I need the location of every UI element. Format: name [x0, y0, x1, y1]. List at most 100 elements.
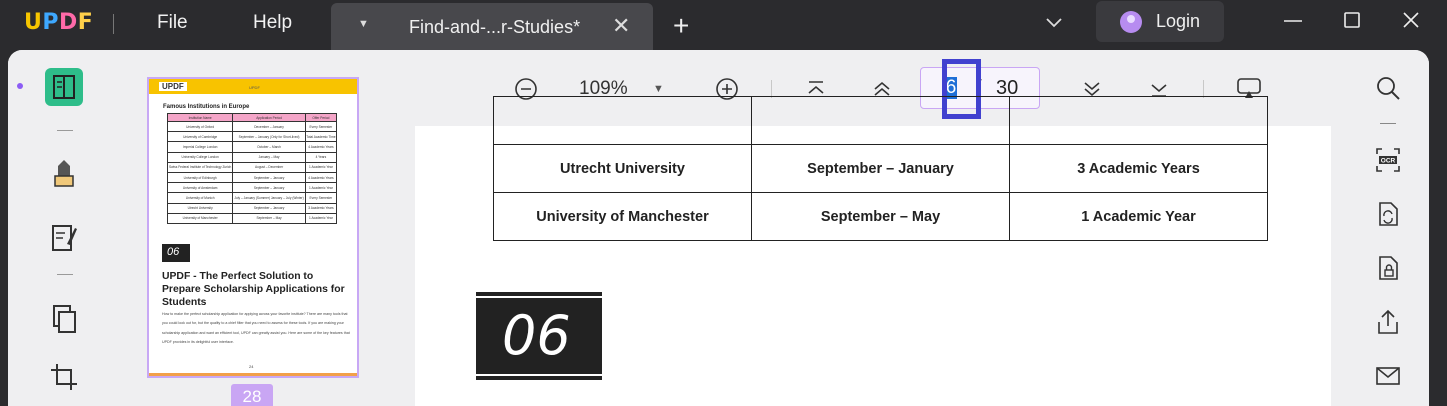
highlighter-icon[interactable]: [45, 154, 83, 192]
thumbnail-table-cell: University College London: [166, 151, 234, 163]
thumbnail-table-cell: September – January: [232, 182, 306, 194]
menu-file[interactable]: File: [157, 12, 188, 34]
login-button[interactable]: Login: [1096, 1, 1224, 42]
reader-icon[interactable]: [45, 68, 83, 106]
maximize-icon[interactable]: [1342, 10, 1362, 30]
thumbnail-table-cell: 3 Academic Years: [304, 202, 338, 214]
table-cell: [751, 96, 1010, 145]
table-cell: 3 Academic Years: [1009, 144, 1268, 193]
thumbnail-table-cell: December – January: [232, 120, 306, 133]
new-tab-icon[interactable]: +: [673, 10, 689, 42]
active-indicator: [17, 83, 23, 89]
document-tab[interactable]: ▼ Find-and-...r-Studies* ✕: [331, 3, 653, 52]
protect-icon[interactable]: [1374, 254, 1402, 282]
left-toolbar: [8, 50, 107, 406]
thumbnail-table-row: University College London January – May 4 …: [166, 151, 338, 163]
email-icon[interactable]: [1374, 362, 1402, 390]
thumbnail-table-cell: 4 Years: [304, 151, 338, 163]
table-cell: [1009, 96, 1268, 145]
table-row: [493, 96, 1268, 145]
thumbnail-table-cell: University of Edinburgh: [166, 171, 234, 184]
thumbnail-table: Institution Name Application Period Offer …: [166, 113, 338, 224]
thumbnail-table-cell: September – January (Only for Short-live…: [232, 131, 306, 143]
updf-logo: UPDF: [24, 10, 94, 35]
thumbnail-table-cell: August – December: [232, 161, 306, 173]
edit-text-icon[interactable]: [45, 218, 83, 256]
rail-divider: [57, 274, 73, 275]
thumbnail-table-cell: University of Oxford: [166, 120, 234, 133]
document-page: Utrecht University September – January 3…: [415, 96, 1331, 406]
thumbnail-table-cell: 4 Academic Years: [304, 141, 338, 153]
organize-pages-icon[interactable]: [45, 300, 83, 338]
thumbnail-table-cell: September – May: [232, 212, 306, 224]
crop-icon[interactable]: [45, 358, 83, 396]
thumbnail-table-cell: University of Manchester: [166, 212, 234, 224]
chapter-number: 06: [502, 304, 571, 367]
menu-help[interactable]: Help: [253, 12, 292, 34]
thumbnail-table-cell: 4 Academic Years: [304, 171, 338, 184]
thumbnail-table-row: Imperial College London October – March 4 …: [166, 141, 338, 153]
right-toolbar: OCR: [1346, 50, 1429, 406]
tab-title: Find-and-...r-Studies*: [409, 17, 581, 37]
thumbnail-table-cell: September – January: [232, 171, 306, 184]
table-cell: 1 Academic Year: [1009, 192, 1268, 241]
thumbnail-table-cell: Utrecht University: [166, 202, 234, 214]
thumbnail-table-cell: Institution Name: [166, 113, 234, 122]
close-window-icon[interactable]: [1401, 10, 1421, 30]
thumbnail-table-row: University of Munich July – January (Summ…: [166, 192, 338, 204]
thumbnail-page-label: 28: [231, 384, 273, 406]
svg-text:OCR: OCR: [1381, 158, 1396, 165]
thumbnail-heading: UPDF - The Perfect Solution to Prepare S…: [162, 271, 345, 308]
thumbnail-table-row: University of Oxford December – January Ev…: [166, 120, 338, 133]
thumbnail-chapter-num: 06: [162, 244, 190, 262]
thumbnail-table-cell: Imperial College London: [166, 141, 234, 153]
thumbnail-table-cell: 1 Academic Year: [304, 212, 338, 224]
thumbnail-table-cell: University of Cambridge: [166, 131, 234, 143]
thumbnail-table-cell: University of Munich: [166, 192, 234, 204]
rail-divider: [1380, 123, 1396, 124]
avatar-icon: [1120, 11, 1142, 33]
thumbnail-table-row: University of Edinburgh September – Janua…: [166, 171, 338, 184]
thumbnail-table-cell: Every Semester: [304, 120, 338, 133]
thumbnail-table-cell: University of Amsterdam: [166, 182, 234, 194]
thumbnail-logo: UPDF: [159, 82, 187, 91]
chapter-number-block: 06: [476, 292, 602, 380]
table-cell: September – January: [751, 144, 1010, 193]
table-cell: Utrecht University: [493, 144, 752, 193]
document-table: Utrecht University September – January 3…: [493, 96, 1268, 241]
tab-dropdown-icon[interactable]: ▼: [358, 18, 369, 30]
thumbnail-page-number: 24: [249, 364, 254, 369]
thumbnail-footer-line: [149, 373, 357, 376]
thumbnail-table-row: Utrecht University September – January 3 A…: [166, 202, 338, 214]
thumbnail-table-cell: January – May: [232, 151, 306, 163]
table-cell: September – May: [751, 192, 1010, 241]
thumbnail-table-cell: Every Semester: [304, 192, 338, 204]
thumbnail-table-cell: September – January: [232, 202, 306, 214]
convert-icon[interactable]: [1374, 200, 1402, 228]
ocr-icon[interactable]: OCR: [1374, 146, 1402, 174]
table-cell: [493, 96, 752, 145]
thumbnail-table-row: University of Manchester September – May 1…: [166, 212, 338, 224]
title-separator: [113, 14, 114, 34]
thumbnail-table-row: Institution Name Application Period Offer …: [166, 113, 338, 122]
thumbnail-table-row: Swiss Federal Institute of Technology Zu…: [166, 161, 338, 173]
thumbnail-table-cell: July – January (Summer) January – July (…: [232, 192, 306, 204]
login-label: Login: [1156, 11, 1201, 31]
share-icon[interactable]: [1374, 308, 1402, 336]
thumbnail-table-row: University of Amsterdam September – Janua…: [166, 182, 338, 194]
chevron-down-icon[interactable]: [1044, 12, 1064, 32]
zoom-dropdown-icon[interactable]: ▼: [653, 83, 664, 95]
thumbnail-table-cell: Total Academic Time: [304, 131, 338, 143]
document-viewer: 109% ▼ 6 / 30 Utrecht University Septemb…: [415, 50, 1346, 406]
app-area: UPDF UPDF Famous Institutions in Europe …: [8, 50, 1429, 406]
thumbnail-table-cell: 1 Academic Year: [304, 182, 338, 194]
minimize-icon[interactable]: [1282, 10, 1304, 32]
search-icon[interactable]: [1374, 74, 1402, 102]
page-thumbnail[interactable]: UPDF UPDF Famous Institutions in Europe …: [147, 77, 359, 378]
chapter-line-top: [476, 296, 602, 298]
tab-close-icon[interactable]: ✕: [612, 13, 630, 39]
table-row: University of Manchester September – May…: [493, 192, 1268, 241]
table-cell: University of Manchester: [493, 192, 752, 241]
table-row: Utrecht University September – January 3…: [493, 144, 1268, 193]
thumbnail-table-cell: Application Period: [232, 113, 306, 122]
